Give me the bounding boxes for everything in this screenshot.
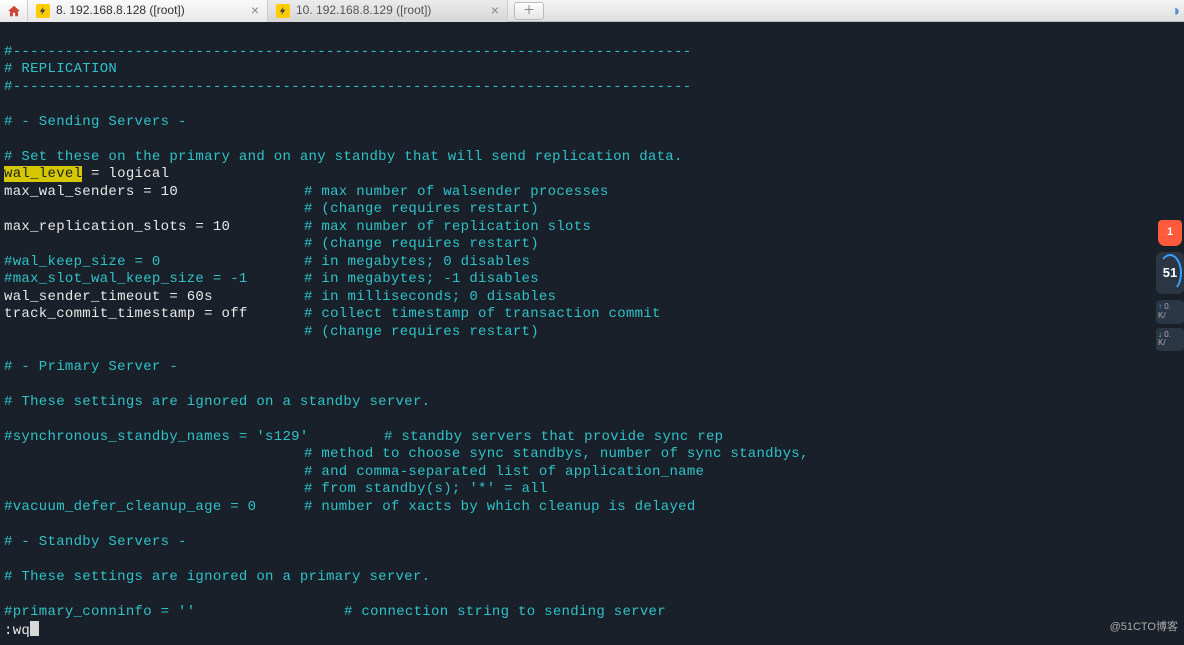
network-upload-stat: ↑ 0.K/ bbox=[1156, 300, 1184, 324]
tab-bar: 8. 192.168.8.128 ([root]) × 10. 192.168.… bbox=[0, 0, 1184, 22]
blank-line bbox=[4, 131, 13, 147]
config-line: # - Sending Servers - bbox=[4, 114, 187, 130]
app-icon: ◑ bbox=[1170, 2, 1180, 22]
security-shield-badge[interactable]: 1 bbox=[1158, 220, 1182, 246]
config-line: #synchronous_standby_names = 's129'# sta… bbox=[4, 429, 723, 445]
config-line: #---------------------------------------… bbox=[4, 79, 691, 95]
config-line: max_replication_slots = 10# max number o… bbox=[4, 219, 591, 235]
vim-command-line[interactable]: :wq bbox=[4, 623, 39, 639]
close-icon[interactable]: × bbox=[491, 2, 499, 20]
config-line: #wal_keep_size = 0# in megabytes; 0 disa… bbox=[4, 254, 530, 270]
config-line: # These settings are ignored on a standb… bbox=[4, 394, 430, 410]
blank-line bbox=[4, 96, 13, 112]
config-line: #primary_conninfo = ''# connection strin… bbox=[4, 604, 666, 620]
config-line: #max_slot_wal_keep_size = -1# in megabyt… bbox=[4, 271, 539, 287]
config-line: wal_level = logical bbox=[4, 166, 169, 182]
watermark-text: @51CTO博客 bbox=[1110, 621, 1178, 635]
lightning-icon bbox=[36, 4, 50, 18]
system-monitor-widget: 1 51 ↑ 0.K/ ↓ 0.K/ bbox=[1156, 220, 1184, 355]
home-icon bbox=[7, 4, 21, 18]
home-button[interactable] bbox=[0, 0, 28, 22]
config-line: # (change requires restart) bbox=[4, 324, 539, 340]
config-line: # Set these on the primary and on any st… bbox=[4, 149, 683, 165]
config-line: #vacuum_defer_cleanup_age = 0# number of… bbox=[4, 499, 696, 515]
close-icon[interactable]: × bbox=[251, 2, 259, 20]
blank-line bbox=[4, 551, 13, 567]
lightning-icon bbox=[276, 4, 290, 18]
blank-line bbox=[4, 516, 13, 532]
config-line: wal_sender_timeout = 60s# in millisecond… bbox=[4, 289, 556, 305]
network-download-stat: ↓ 0.K/ bbox=[1156, 328, 1184, 352]
cursor bbox=[30, 621, 39, 636]
blank-line bbox=[4, 586, 13, 602]
blank-line bbox=[4, 411, 13, 427]
tab-label: 8. 192.168.8.128 ([root]) bbox=[56, 3, 185, 18]
config-line: max_wal_senders = 10# max number of wals… bbox=[4, 184, 609, 200]
config-line: # and comma-separated list of applicatio… bbox=[4, 464, 704, 480]
terminal-output[interactable]: #---------------------------------------… bbox=[0, 22, 1184, 645]
config-line: #---------------------------------------… bbox=[4, 44, 691, 60]
config-line: # from standby(s); '*' = all bbox=[4, 481, 548, 497]
config-line: # method to choose sync standbys, number… bbox=[4, 446, 809, 462]
performance-gauge[interactable]: 51 bbox=[1156, 252, 1184, 294]
tab-session-1[interactable]: 8. 192.168.8.128 ([root]) × bbox=[28, 0, 268, 22]
config-line: # REPLICATION bbox=[4, 61, 117, 77]
new-tab-button[interactable]: ＋ bbox=[514, 2, 544, 20]
config-line: # (change requires restart) bbox=[4, 201, 539, 217]
config-line: # These settings are ignored on a primar… bbox=[4, 569, 430, 585]
blank-line bbox=[4, 341, 13, 357]
config-line: # - Standby Servers - bbox=[4, 534, 187, 550]
tab-session-2[interactable]: 10. 192.168.8.129 ([root]) × bbox=[268, 0, 508, 22]
highlighted-key: wal_level bbox=[4, 166, 82, 182]
config-line: # (change requires restart) bbox=[4, 236, 539, 252]
blank-line bbox=[4, 376, 13, 392]
tab-label: 10. 192.168.8.129 ([root]) bbox=[296, 3, 431, 18]
config-line: # - Primary Server - bbox=[4, 359, 178, 375]
config-line: track_commit_timestamp = off# collect ti… bbox=[4, 306, 661, 322]
